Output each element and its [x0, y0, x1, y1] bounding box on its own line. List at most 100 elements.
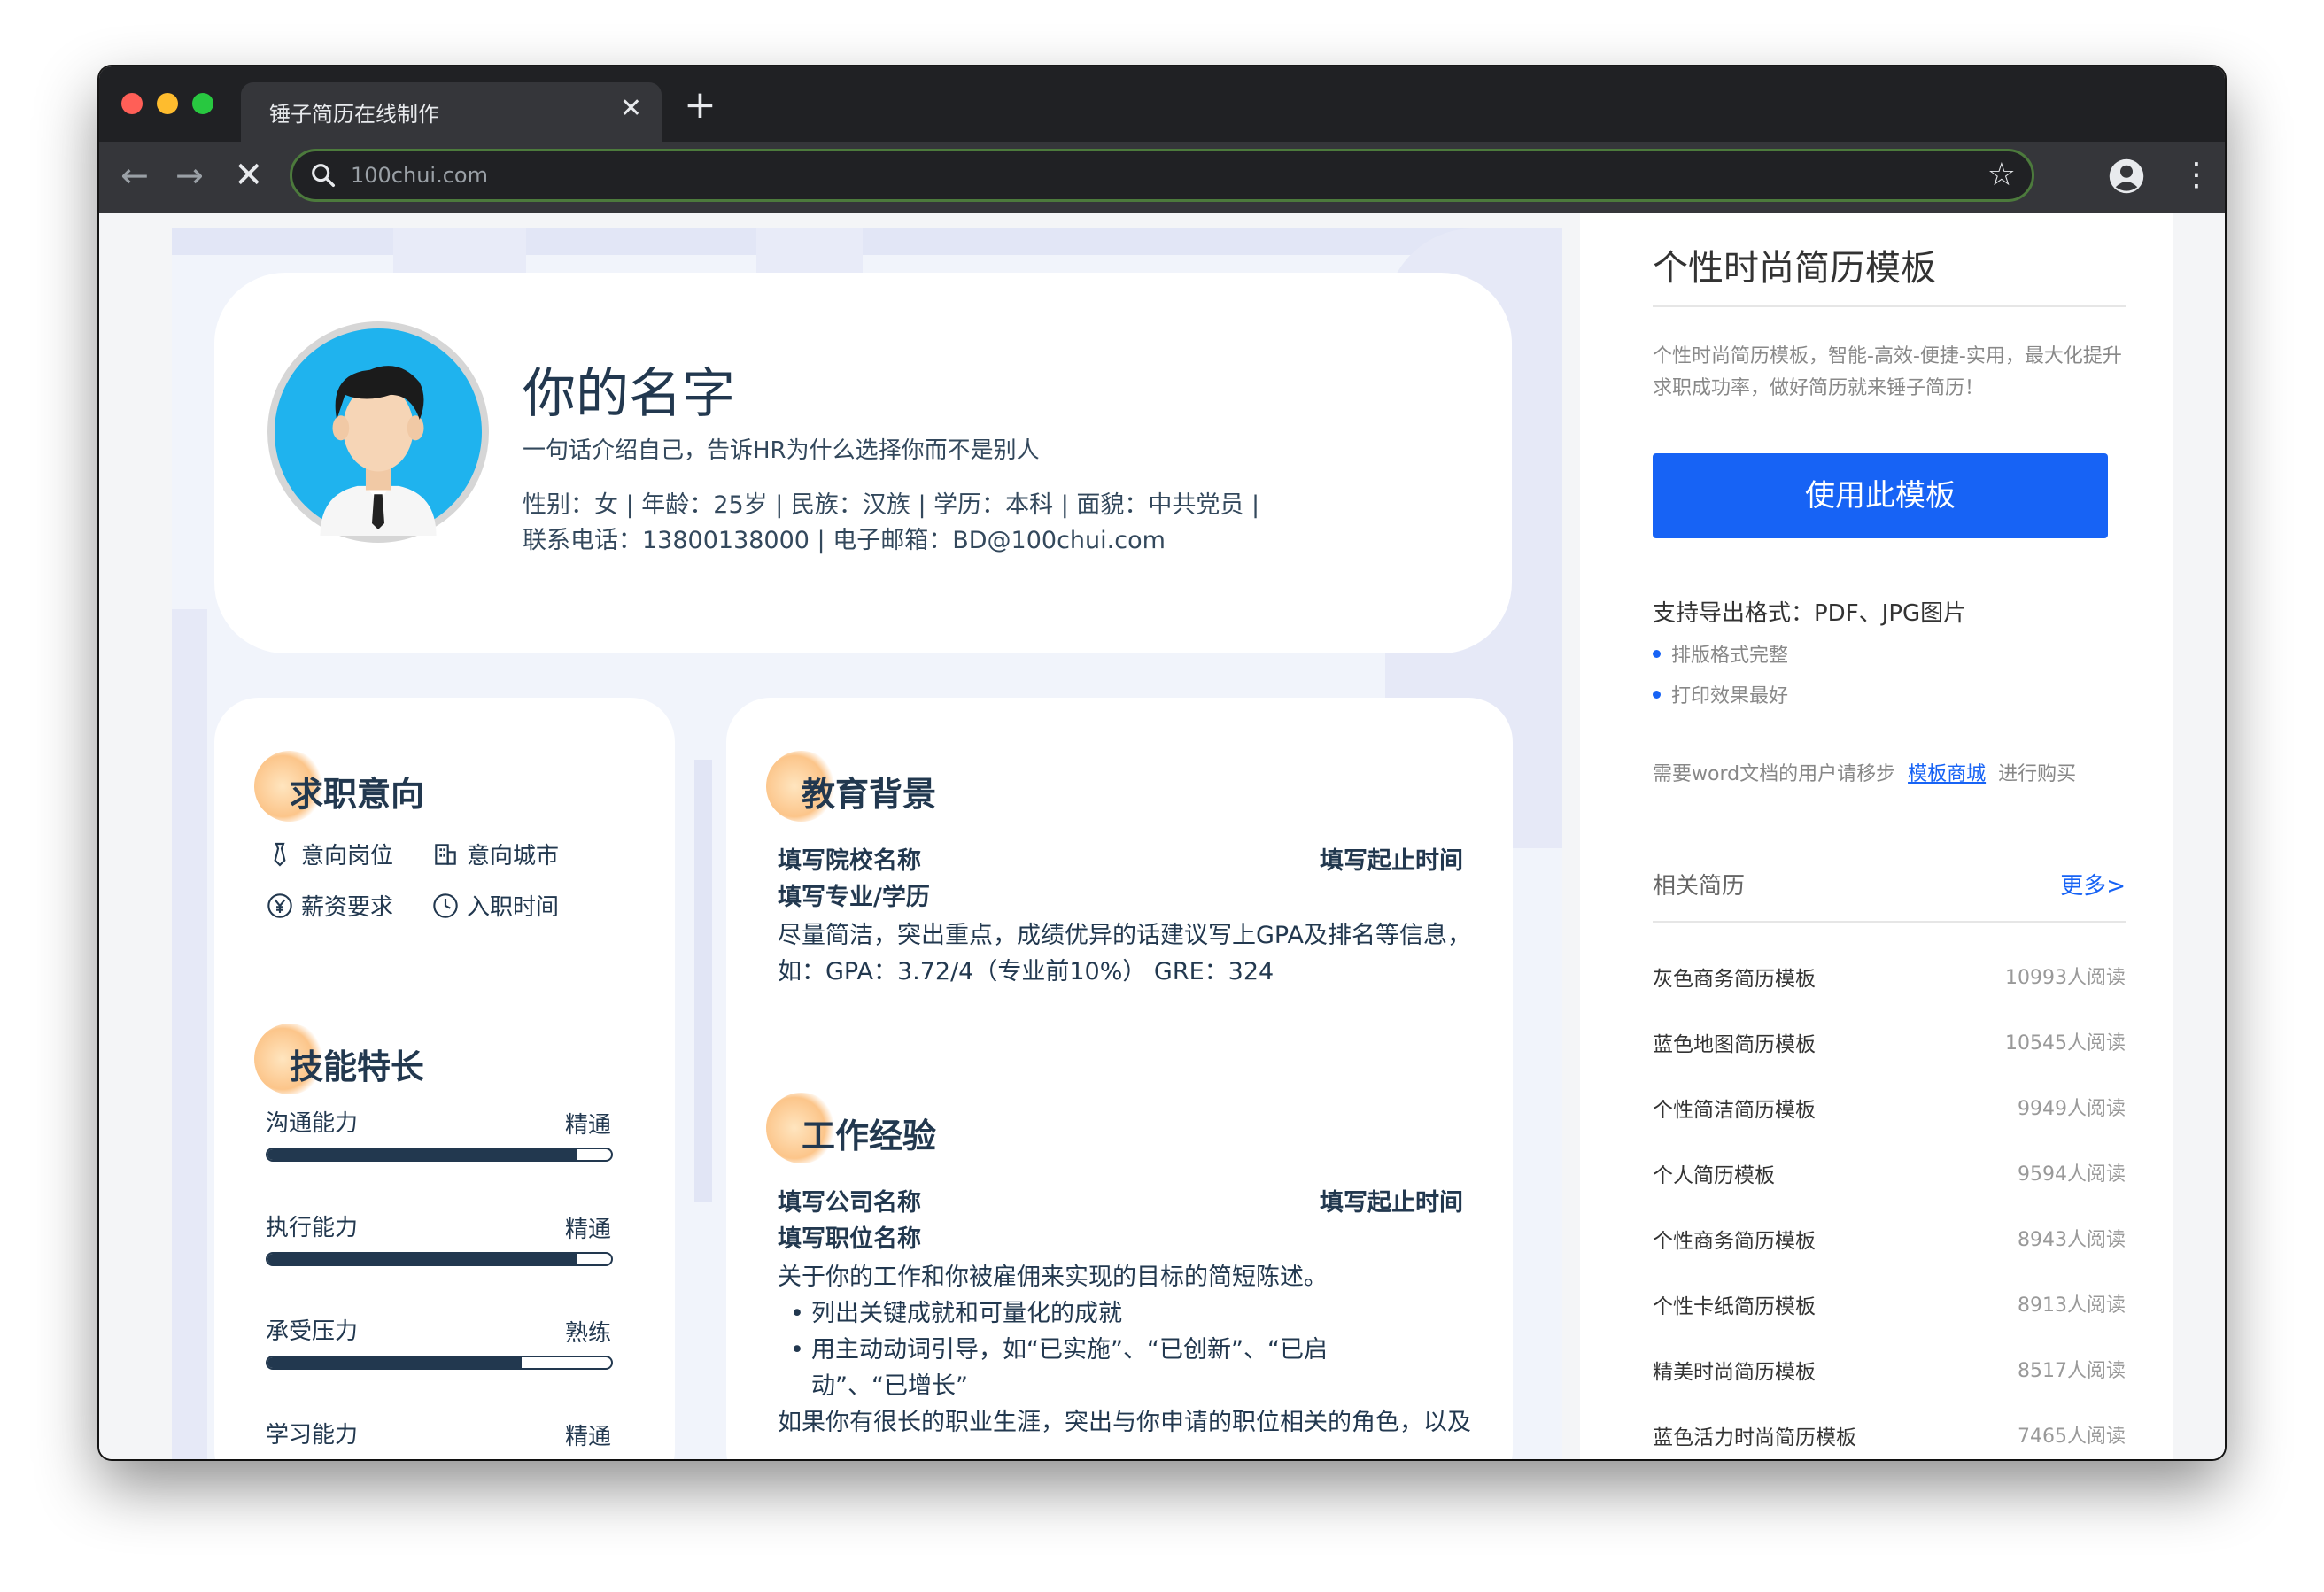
tie-icon	[274, 842, 286, 867]
tab-close-icon[interactable]: ✕	[620, 93, 642, 125]
work-desc[interactable]: 关于你的工作和你被雇佣来实现的目标的简短陈述。	[778, 1259, 1328, 1295]
work-desc[interactable]: 如果你有很长的职业生涯，突出与你申请的职位相关的角色，以及	[778, 1404, 1471, 1441]
feature-item: 排版格式完整	[1653, 639, 1788, 668]
avatar[interactable]	[267, 321, 489, 543]
related-item-name[interactable]: 精美时尚简历模板	[1653, 1355, 1816, 1385]
browser-toolbar: ← → ✕ 100chui.com ☆ ⋮	[99, 142, 2225, 213]
intent-start-date[interactable]: 入职时间	[431, 889, 559, 922]
resume-header-card[interactable]: 你的名字 一句话介绍自己，告诉HR为什么选择你而不是别人 性别：女 | 年龄：2…	[214, 273, 1512, 653]
related-item-count: 10993人阅读	[2005, 967, 2126, 989]
skill-name[interactable]: 执行能力	[266, 1209, 358, 1242]
work-bullet[interactable]: 列出关键成就和可量化的成就	[811, 1295, 1122, 1332]
related-item-name[interactable]: 个人简历模板	[1653, 1158, 1775, 1188]
related-item-name[interactable]: 灰色商务简历模板	[1653, 962, 1816, 992]
related-item[interactable]: 精美时尚简历模板 8517人阅读	[1653, 1355, 2126, 1390]
related-item-name[interactable]: 蓝色活力时尚简历模板	[1653, 1420, 1856, 1450]
new-tab-button[interactable]: +	[684, 86, 717, 125]
word-notice: 需要word文档的用户请移步 模板商城 进行购买	[1653, 758, 2076, 786]
bullet-dot-icon	[1653, 690, 1661, 699]
intent-position[interactable]: 意向岗位	[266, 838, 393, 870]
related-item[interactable]: 蓝色地图简历模板 10545人阅读	[1653, 1027, 2126, 1063]
work-bullet[interactable]: 用主动动词引导，如“已实施”、“已创新”、“已启	[811, 1332, 1328, 1368]
related-item[interactable]: 个人简历模板 9594人阅读	[1653, 1158, 2126, 1194]
skill-level[interactable]: 精通	[565, 1418, 611, 1451]
related-item[interactable]: 灰色商务简历模板 10993人阅读	[1653, 962, 2126, 997]
skills-title[interactable]: 技能特长	[290, 1039, 424, 1088]
decor-shape	[172, 609, 207, 1459]
education-school[interactable]: 填写院校名称	[778, 841, 921, 876]
search-icon	[312, 164, 336, 188]
skill-bar[interactable]	[266, 1148, 613, 1162]
related-item-count: 9949人阅读	[2018, 1098, 2126, 1120]
education-time[interactable]: 填写起止时间	[1320, 841, 1463, 876]
word-notice-suffix: 进行购买	[1998, 763, 2077, 785]
skill-name[interactable]: 沟通能力	[266, 1105, 358, 1138]
related-item-count: 8517人阅读	[2018, 1360, 2126, 1382]
back-button[interactable]: ←	[120, 156, 149, 195]
related-item-count: 10545人阅读	[2005, 1032, 2126, 1055]
tab-bar: 锤子简历在线制作 ✕ +	[99, 66, 2225, 142]
education-title[interactable]: 教育背景	[802, 767, 936, 815]
forward-button[interactable]: →	[175, 156, 204, 195]
related-title: 相关简历	[1653, 873, 1746, 900]
export-formats: 支持导出格式：PDF、JPG图片	[1653, 600, 1967, 627]
browser-tab[interactable]: 锤子简历在线制作 ✕	[241, 82, 662, 142]
minimize-window-button[interactable]	[157, 93, 178, 114]
intent-city[interactable]: 意向城市	[431, 838, 559, 870]
browser-window: 锤子简历在线制作 ✕ + ← → ✕ 100chui.com ☆ ⋮ 你的名字 …	[99, 66, 2225, 1459]
skill-level[interactable]: 熟练	[565, 1315, 611, 1348]
resume-contact-info[interactable]: 联系电话：13800138000 | 电子邮箱：BD@100chui.com	[523, 521, 1166, 555]
related-item-name[interactable]: 个性简洁简历模板	[1653, 1093, 1816, 1123]
skill-name[interactable]: 承受压力	[266, 1313, 358, 1346]
more-link[interactable]: 更多>	[2060, 868, 2126, 900]
bookmark-star-icon[interactable]: ☆	[1987, 157, 2016, 193]
related-item[interactable]: 个性卡纸简历模板 8913人阅读	[1653, 1289, 2126, 1325]
resume-right-column: 教育背景 填写院校名称 填写起止时间 填写专业/学历 尽量简洁，突出重点，成绩优…	[726, 698, 1513, 1459]
template-sidebar: 个性时尚简历模板 个性时尚简历模板，智能-高效-便捷-实用，最大化提升求职成功率…	[1580, 213, 2173, 1459]
building-icon	[435, 843, 456, 865]
use-template-button[interactable]: 使用此模板	[1653, 453, 2108, 538]
address-bar[interactable]: 100chui.com ☆	[290, 149, 2034, 202]
job-intent-title[interactable]: 求职意向	[290, 767, 424, 815]
related-item-name[interactable]: 个性卡纸简历模板	[1653, 1289, 1816, 1319]
work-time[interactable]: 填写起止时间	[1320, 1183, 1463, 1217]
work-company[interactable]: 填写公司名称	[778, 1183, 921, 1217]
template-store-link[interactable]: 模板商城	[1908, 763, 1986, 785]
decor-band	[172, 228, 1562, 255]
resume-name[interactable]: 你的名字	[523, 351, 735, 428]
browser-menu-icon[interactable]: ⋮	[2181, 154, 2212, 197]
education-desc-line[interactable]: 尽量简洁，突出重点，成绩优异的话建议写上GPA及排名等信息，	[778, 917, 1471, 954]
skill-level[interactable]: 精通	[565, 1107, 611, 1140]
bullet-dot: •	[790, 1336, 804, 1364]
template-desc: 个性时尚简历模板，智能-高效-便捷-实用，最大化提升求职成功率，做好简历就来锤子…	[1653, 345, 2122, 399]
skill-name[interactable]: 学习能力	[266, 1417, 358, 1449]
work-bullet[interactable]: 动”、“已增长”	[811, 1368, 968, 1404]
intent-position-label: 意向岗位	[301, 843, 394, 869]
close-window-button[interactable]	[121, 93, 143, 114]
resume-preview: 你的名字 一句话介绍自己，告诉HR为什么选择你而不是别人 性别：女 | 年龄：2…	[172, 228, 1562, 1459]
related-item-name[interactable]: 蓝色地图简历模板	[1653, 1027, 1816, 1057]
stop-loading-button[interactable]: ✕	[234, 156, 264, 195]
maximize-window-button[interactable]	[192, 93, 213, 114]
skill-bar[interactable]	[266, 1252, 613, 1266]
education-desc-line[interactable]: 如：GPA：3.72/4（专业前10%） GRE：324	[778, 954, 1274, 990]
account-icon[interactable]	[2108, 158, 2145, 195]
work-title[interactable]: 工作经验	[802, 1109, 936, 1157]
related-item[interactable]: 个性简洁简历模板 9949人阅读	[1653, 1093, 2126, 1128]
work-position[interactable]: 填写职位名称	[778, 1219, 921, 1254]
intent-salary[interactable]: 薪资要求	[266, 889, 393, 922]
intent-city-label: 意向城市	[467, 843, 560, 869]
resume-basic-info[interactable]: 性别：女 | 年龄：25岁 | 民族：汉族 | 学历：本科 | 面貌：中共党员 …	[523, 485, 1259, 520]
related-item[interactable]: 蓝色活力时尚简历模板 7465人阅读	[1653, 1420, 2126, 1456]
bullet-dot: •	[790, 1300, 804, 1327]
skill-bar[interactable]	[266, 1356, 613, 1370]
url-text[interactable]: 100chui.com	[351, 163, 488, 188]
related-item-count: 9594人阅读	[2018, 1163, 2126, 1186]
skill-level[interactable]: 精通	[565, 1211, 611, 1244]
education-major[interactable]: 填写专业/学历	[778, 877, 930, 912]
related-item[interactable]: 个性商务简历模板 8943人阅读	[1653, 1224, 2126, 1259]
related-item-count: 8943人阅读	[2018, 1229, 2126, 1251]
related-item-name[interactable]: 个性商务简历模板	[1653, 1224, 1816, 1254]
resume-intro[interactable]: 一句话介绍自己，告诉HR为什么选择你而不是别人	[523, 432, 1040, 465]
yen-icon	[267, 893, 292, 918]
